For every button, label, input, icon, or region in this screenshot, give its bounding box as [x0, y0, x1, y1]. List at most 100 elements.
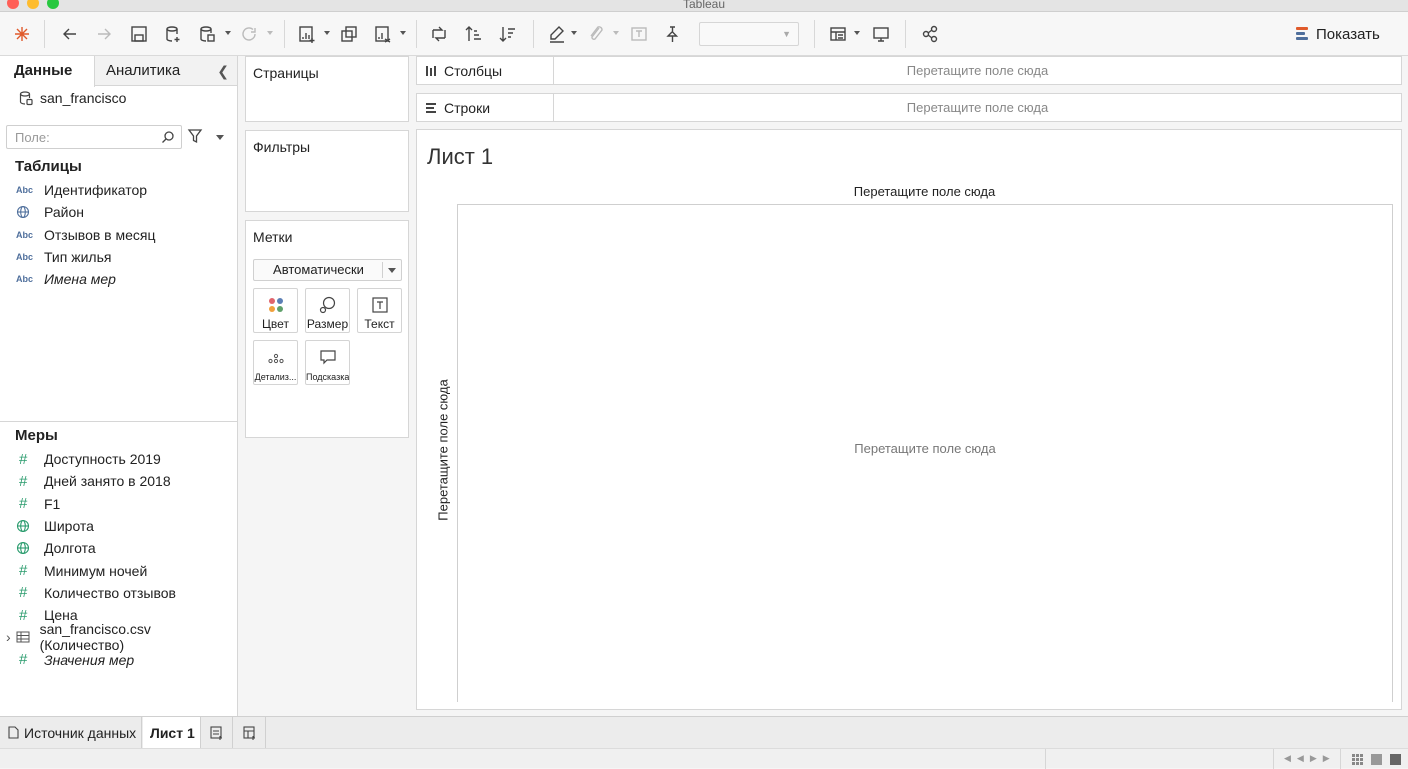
show-me-button[interactable]: Показать	[1296, 22, 1380, 46]
filter-icon[interactable]	[187, 128, 203, 144]
rows-icon	[426, 102, 436, 113]
tab-data-source[interactable]: Источник данных	[0, 717, 142, 748]
size-icon	[306, 289, 349, 314]
measure-field[interactable]: # Дней занято в 2018	[16, 470, 171, 492]
globe-icon	[16, 541, 44, 555]
detail-button[interactable]: Детализ...	[253, 340, 298, 385]
toolbar: ▼ Показать	[0, 12, 1408, 56]
column-header-drop-zone[interactable]: Перетащите поле сюда	[457, 184, 1392, 199]
measure-field[interactable]: # Количество отзывов	[16, 582, 176, 604]
sort-descending-button[interactable]	[496, 22, 520, 46]
chevron-right-icon[interactable]: ›	[6, 629, 16, 645]
measure-field[interactable]: Широта	[16, 515, 94, 537]
field-label: Минимум ночей	[44, 562, 148, 579]
dimension-field[interactable]: Район	[16, 201, 84, 223]
tab-analytics[interactable]: Аналитика	[106, 56, 180, 86]
measure-field[interactable]: # F1	[16, 493, 60, 515]
marks-title: Метки	[253, 229, 293, 245]
highlight-icon[interactable]	[545, 22, 569, 46]
filmstrip-view-icon[interactable]	[1371, 754, 1382, 765]
group-members-icon[interactable]	[584, 22, 608, 46]
chevron-down-icon[interactable]	[571, 31, 577, 35]
columns-shelf[interactable]: Столбцы Перетащите поле сюда	[416, 56, 1402, 85]
measure-field[interactable]: # Минимум ночей	[16, 560, 147, 582]
filters-card[interactable]: Фильтры	[245, 130, 409, 212]
field-label: Идентификатор	[44, 182, 148, 198]
tableau-logo-icon[interactable]	[10, 22, 34, 46]
chevron-down-icon[interactable]	[216, 135, 224, 140]
sheet-nav-arrows[interactable]: ◀◀▶▶	[1284, 753, 1336, 764]
fit-dropdown[interactable]: ▼	[699, 22, 799, 46]
measure-field[interactable]: # Доступность 2019	[16, 448, 161, 470]
new-dashboard-icon	[242, 725, 255, 740]
color-button[interactable]: Цвет	[253, 288, 298, 333]
sheet-sorter-view-icon[interactable]	[1352, 754, 1363, 765]
new-worksheet-tab-button[interactable]	[201, 717, 233, 748]
dimension-field[interactable]: Abc Отзывов в месяц	[16, 224, 156, 246]
dimension-field[interactable]: Abc Идентификатор	[16, 179, 147, 201]
new-worksheet-button[interactable]	[295, 22, 319, 46]
chevron-down-icon[interactable]	[225, 31, 231, 35]
text-icon	[358, 289, 401, 314]
measure-type-icon: #	[19, 472, 28, 490]
field-search[interactable]	[6, 125, 182, 149]
dimension-field[interactable]: Abc Тип жилья	[16, 246, 111, 268]
field-label: Значения мер	[44, 651, 135, 668]
search-icon[interactable]	[161, 130, 175, 144]
chevron-down-icon[interactable]	[400, 31, 406, 35]
datasource-item[interactable]: san_francisco	[18, 90, 126, 106]
string-type-icon: Abc	[16, 274, 34, 285]
new-dashboard-tab-button[interactable]	[234, 717, 266, 748]
mark-type-dropdown[interactable]: Автоматически	[253, 259, 402, 281]
clear-sheet-button[interactable]	[371, 22, 395, 46]
tooltip-icon	[306, 341, 349, 366]
columns-drop-zone[interactable]: Перетащите поле сюда	[554, 57, 1401, 84]
dimension-field[interactable]: Abc Имена мер	[16, 268, 116, 290]
duplicate-sheet-button[interactable]	[337, 22, 361, 46]
redo-button[interactable]	[92, 22, 116, 46]
field-label: Доступность 2019	[44, 451, 161, 467]
size-button[interactable]: Размер	[305, 288, 350, 333]
chevron-down-icon[interactable]	[324, 31, 330, 35]
field-label: Широта	[44, 517, 94, 534]
search-input[interactable]	[15, 126, 155, 148]
tables-title: Таблицы	[15, 158, 82, 175]
rows-drop-zone[interactable]: Перетащите поле сюда	[554, 94, 1401, 121]
save-button[interactable]	[127, 22, 151, 46]
text-button[interactable]: Текст	[357, 288, 402, 333]
pages-card[interactable]: Страницы	[245, 56, 409, 122]
collapse-pane-icon[interactable]: ❮	[217, 63, 229, 80]
presentation-mode-button[interactable]	[869, 22, 893, 46]
tooltip-button[interactable]: Подсказка	[305, 340, 350, 385]
measure-field[interactable]: Долгота	[16, 537, 96, 559]
tab-data[interactable]: Данные	[0, 56, 95, 87]
rows-shelf[interactable]: Строки Перетащите поле сюда	[416, 93, 1402, 122]
sheet-title[interactable]: Лист 1	[427, 144, 493, 170]
columns-icon	[426, 65, 436, 76]
tabs-view-icon[interactable]	[1390, 754, 1401, 765]
chevron-down-icon[interactable]	[267, 31, 273, 35]
measure-field[interactable]: › san_francisco.csv (Количество)	[6, 621, 237, 653]
field-label: Тип жилья	[44, 248, 112, 265]
tab-sheet-1[interactable]: Лист 1	[143, 717, 201, 748]
new-datasource-button[interactable]	[161, 22, 185, 46]
sort-ascending-button[interactable]	[462, 22, 486, 46]
swap-rows-columns-button[interactable]	[427, 22, 451, 46]
window-titlebar: Tableau	[0, 0, 1408, 12]
share-icon[interactable]	[918, 22, 942, 46]
refresh-button[interactable]	[237, 22, 261, 46]
marks-card: Метки Автоматически Цвет Размер Текст Де…	[245, 220, 409, 438]
show-mark-labels-icon[interactable]	[627, 22, 651, 46]
chevron-down-icon[interactable]	[613, 31, 619, 35]
chevron-down-icon[interactable]	[854, 31, 860, 35]
viz-drop-hint: Перетащите поле сюда	[854, 441, 996, 456]
show-hide-cards-button[interactable]	[826, 22, 850, 46]
undo-button[interactable]	[58, 22, 82, 46]
pause-updates-button[interactable]	[195, 22, 219, 46]
rows-label: Строки	[444, 99, 491, 116]
fix-axes-icon[interactable]	[660, 22, 684, 46]
globe-icon	[16, 519, 44, 533]
field-label: Район	[44, 204, 84, 221]
viz-drop-area[interactable]: Перетащите поле сюда	[457, 204, 1393, 702]
measure-field[interactable]: # Значения мер	[16, 649, 134, 671]
